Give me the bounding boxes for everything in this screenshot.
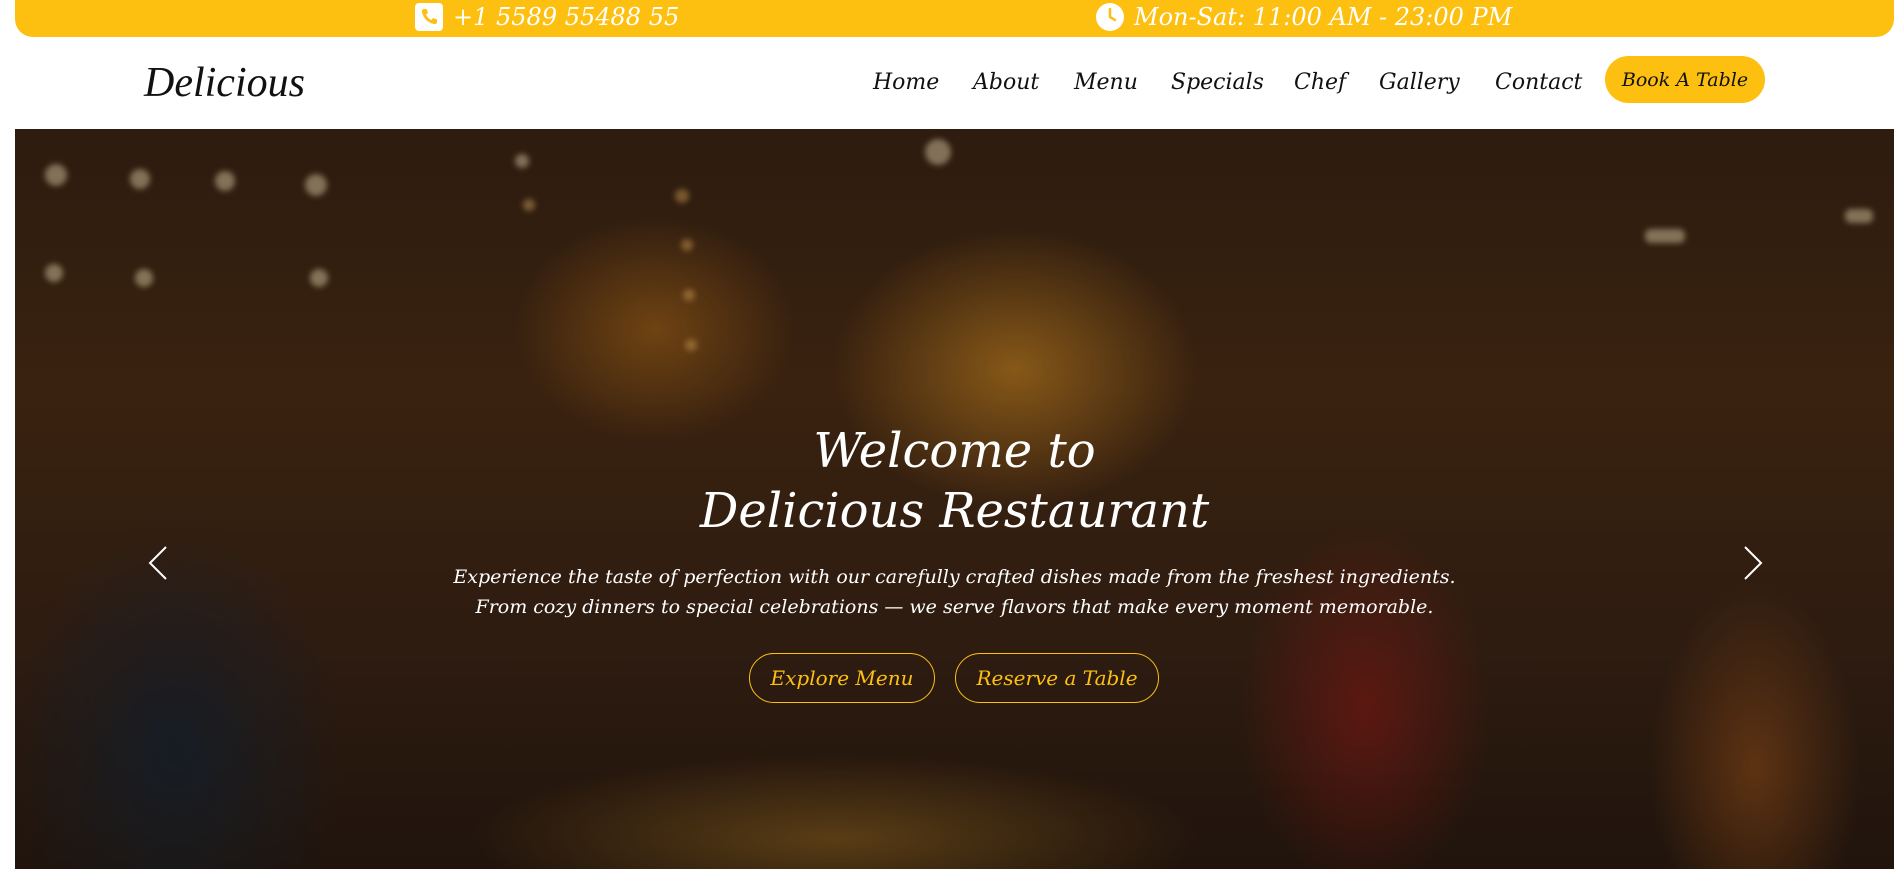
- nav-specials[interactable]: Specials: [1171, 70, 1264, 95]
- book-a-table-button[interactable]: Book A Table: [1605, 56, 1765, 103]
- hero-title-line2: Delicious Restaurant: [699, 483, 1210, 539]
- carousel-next-button[interactable]: [1731, 543, 1771, 583]
- nav-gallery[interactable]: Gallery: [1379, 70, 1460, 95]
- nav-menu[interactable]: Menu: [1074, 70, 1138, 95]
- chevron-left-icon: [148, 546, 167, 580]
- site-logo[interactable]: Delicious: [144, 59, 305, 107]
- carousel-prev-button[interactable]: [140, 543, 180, 583]
- nav-about[interactable]: About: [973, 70, 1039, 95]
- top-info-bar: +1 5589 55488 55 Mon-Sat: 11:00 AM - 23:…: [15, 0, 1894, 37]
- hero-carousel: Welcome to Delicious Restaurant Experien…: [15, 129, 1894, 869]
- explore-menu-button[interactable]: Explore Menu: [749, 653, 935, 703]
- site-header: Delicious Home About Menu Specials Chef …: [0, 37, 1894, 129]
- phone-number: +1 5589 55488 55: [453, 3, 680, 31]
- hero-title-line1: Welcome to: [813, 423, 1096, 479]
- nav-chef[interactable]: Chef: [1294, 70, 1346, 95]
- hero-subtitle-line1: Experience the taste of perfection with …: [453, 566, 1456, 588]
- hero-subtitle-line2: From cozy dinners to special celebration…: [475, 596, 1434, 618]
- nav-contact[interactable]: Contact: [1495, 70, 1582, 95]
- hours-text: Mon-Sat: 11:00 AM - 23:00 PM: [1134, 3, 1513, 31]
- opening-hours: Mon-Sat: 11:00 AM - 23:00 PM: [1096, 3, 1512, 31]
- nav-home[interactable]: Home: [873, 70, 939, 95]
- clock-icon: [1096, 3, 1124, 31]
- phone-icon: [415, 3, 443, 31]
- phone-info[interactable]: +1 5589 55488 55: [415, 3, 679, 31]
- reserve-table-button[interactable]: Reserve a Table: [955, 653, 1159, 703]
- chevron-right-icon: [1744, 546, 1763, 580]
